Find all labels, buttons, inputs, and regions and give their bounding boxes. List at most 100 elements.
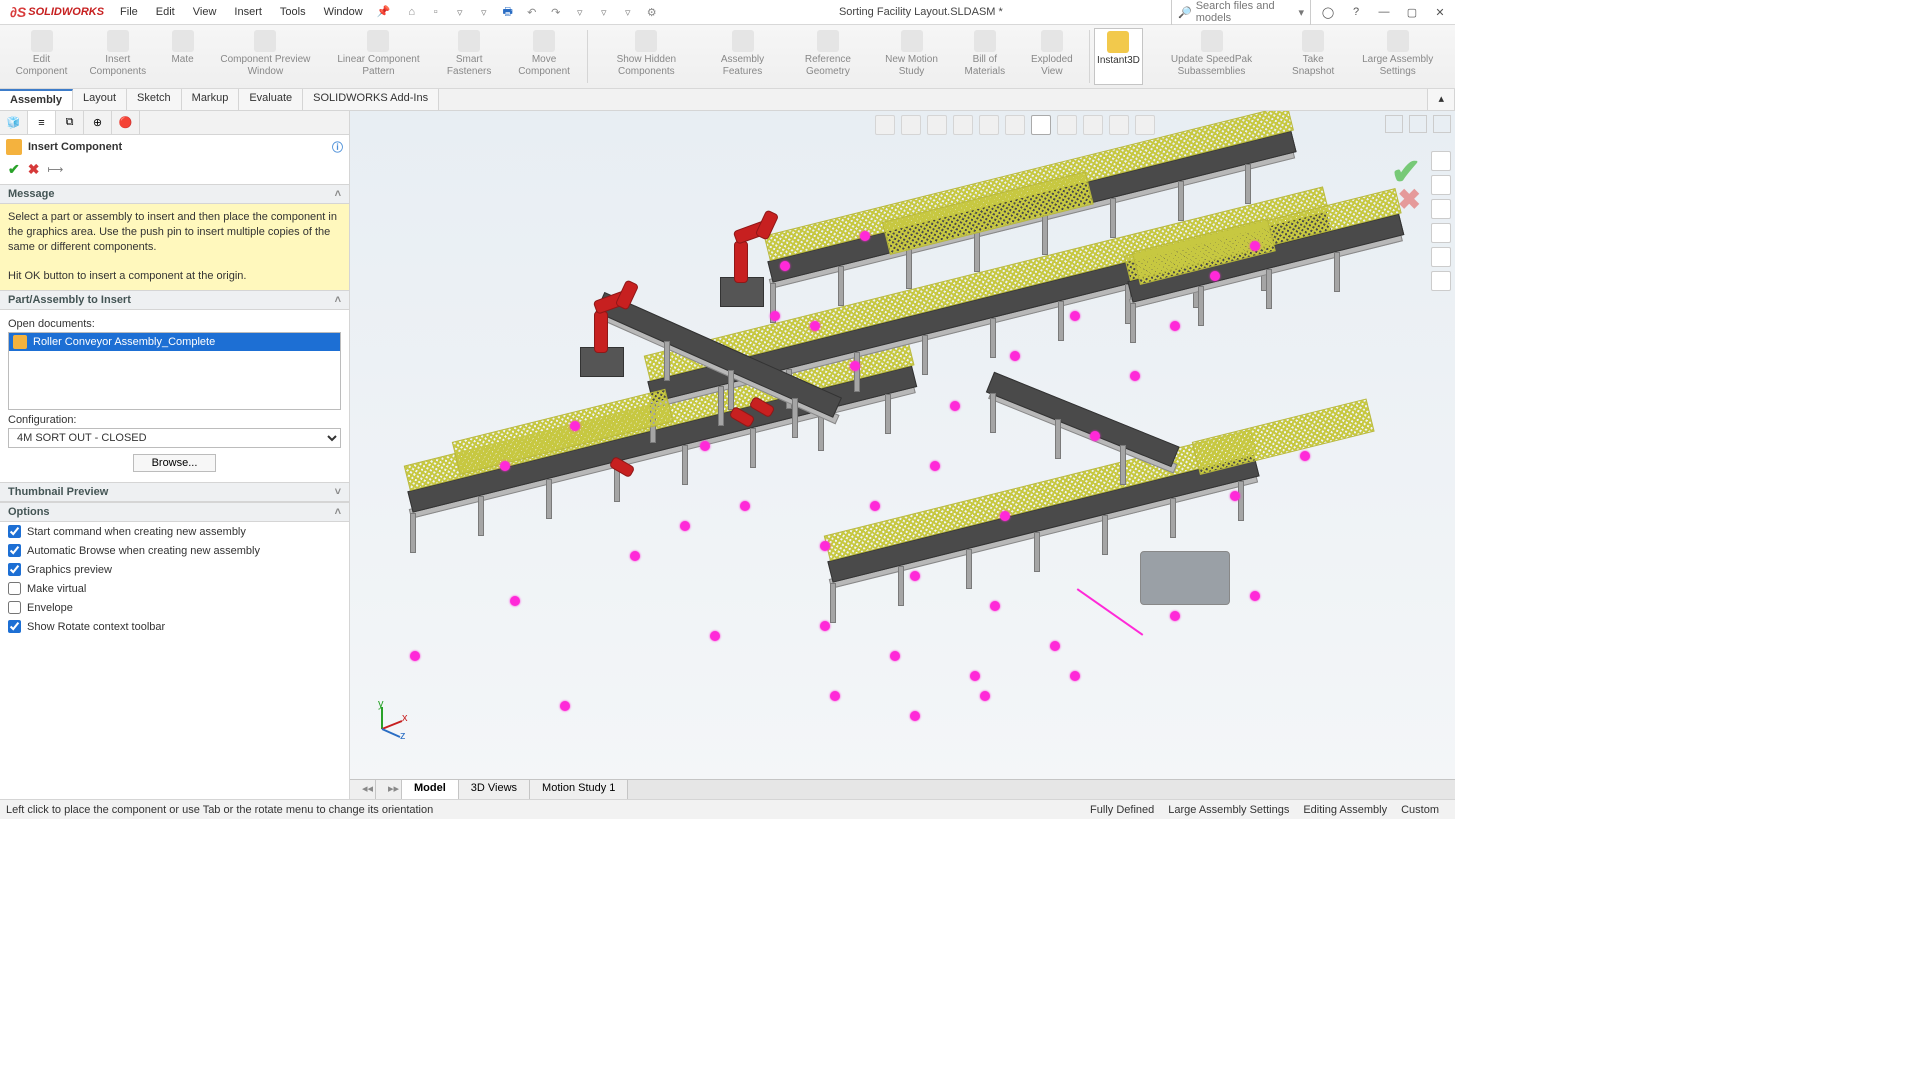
- ok-button[interactable]: ✔: [8, 161, 20, 178]
- menu-insert[interactable]: Insert: [226, 3, 270, 21]
- open-documents-list[interactable]: Roller Conveyor Assembly_Complete: [8, 332, 341, 410]
- mate-reference-point: [1050, 641, 1060, 651]
- tab-assembly[interactable]: Assembly: [0, 89, 73, 110]
- menu-view[interactable]: View: [185, 3, 225, 21]
- manager-tabs: 🧊 ≡ ⧉ ⊕ 🔴: [0, 111, 349, 135]
- option-checkbox[interactable]: [8, 620, 21, 633]
- redo-icon[interactable]: ↷: [547, 6, 565, 19]
- ribbon-move-component[interactable]: Move Component: [506, 28, 583, 85]
- ribbon-update-speedpak-subassemblies[interactable]: Update SpeedPak Subassemblies: [1143, 28, 1280, 85]
- rebuild-icon[interactable]: ▿: [595, 6, 613, 19]
- pm-title: Insert Component: [28, 141, 122, 153]
- menu-file[interactable]: File: [112, 3, 146, 21]
- help-icon[interactable]: ?: [1345, 1, 1367, 23]
- ribbon-new-motion-study[interactable]: New Motion Study: [872, 28, 951, 85]
- browse-button[interactable]: Browse...: [133, 454, 217, 472]
- main-area: 🧊 ≡ ⧉ ⊕ 🔴 Insert Component ⓘ ✔ ✖ ⟼ Messa…: [0, 111, 1455, 799]
- assembly-scene: [350, 111, 1455, 799]
- property-tab[interactable]: ≡: [28, 111, 56, 134]
- close-button[interactable]: ✕: [1429, 1, 1451, 23]
- ribbon-show-hidden-components[interactable]: Show Hidden Components: [591, 28, 701, 85]
- ribbon-large-assembly-settings[interactable]: Large Assembly Settings: [1346, 28, 1449, 85]
- menu-window[interactable]: Window: [316, 3, 371, 21]
- appearance-tab[interactable]: 🔴: [112, 111, 140, 134]
- user-icon[interactable]: ◯: [1317, 1, 1339, 23]
- option-checkbox[interactable]: [8, 563, 21, 576]
- option-row: Graphics preview: [0, 560, 349, 579]
- tab-sketch[interactable]: Sketch: [127, 89, 182, 110]
- tab-markup[interactable]: Markup: [182, 89, 240, 110]
- option-label: Envelope: [27, 602, 73, 614]
- pin-icon[interactable]: 📌: [377, 5, 391, 19]
- tab-nav-prev[interactable]: ◂◂: [350, 780, 376, 799]
- mate-reference-point: [1170, 611, 1180, 621]
- mate-reference-point: [630, 551, 640, 561]
- search-input[interactable]: 🔎 Search files and models ▾: [1171, 0, 1311, 26]
- ribbon-label: New Motion Study: [878, 54, 945, 77]
- option-checkbox[interactable]: [8, 601, 21, 614]
- search-dropdown-icon[interactable]: ▾: [1298, 6, 1304, 19]
- option-checkbox[interactable]: [8, 525, 21, 538]
- ribbon-component-preview-window[interactable]: Component Preview Window: [207, 28, 325, 85]
- ribbon-insert-components[interactable]: Insert Components: [77, 28, 159, 85]
- open-doc-icon[interactable]: ▿: [451, 6, 469, 19]
- maximize-button[interactable]: ▢: [1401, 1, 1423, 23]
- mate-reference-point: [970, 671, 980, 681]
- print-icon[interactable]: 🖶: [499, 3, 517, 22]
- mate-reference-point: [1300, 451, 1310, 461]
- tab-addins[interactable]: SOLIDWORKS Add-Ins: [303, 89, 439, 110]
- ribbon-instant3d[interactable]: Instant3D: [1094, 28, 1143, 85]
- ribbon-bill-of-materials[interactable]: Bill of Materials: [951, 28, 1019, 85]
- section-message[interactable]: Message ˄: [0, 184, 349, 204]
- bottom-tabs: ◂◂ ▸▸ Model 3D Views Motion Study 1: [350, 779, 1455, 799]
- menu-tools[interactable]: Tools: [272, 3, 314, 21]
- section-thumbnail[interactable]: Thumbnail Preview ˅: [0, 482, 349, 502]
- conveyor-leg: [974, 232, 980, 272]
- menu-edit[interactable]: Edit: [148, 3, 183, 21]
- ribbon-exploded-view[interactable]: Exploded View: [1019, 28, 1085, 85]
- ribbon-reference-geometry[interactable]: Reference Geometry: [784, 28, 872, 85]
- tab-nav-next[interactable]: ▸▸: [376, 780, 402, 799]
- status-large-assembly[interactable]: Large Assembly Settings: [1168, 804, 1289, 816]
- graphics-viewport[interactable]: ✔ ✖ y x z ◂◂ ▸▸ Model 3D Views Motion St…: [350, 111, 1455, 799]
- home-icon[interactable]: ⌂: [403, 6, 421, 18]
- mate-reference-point: [410, 651, 420, 661]
- ribbon-edit-component[interactable]: Edit Component: [6, 28, 77, 85]
- ribbon-take-snapshot[interactable]: Take Snapshot: [1280, 28, 1346, 85]
- dimxpert-tab[interactable]: ⊕: [84, 111, 112, 134]
- save-icon[interactable]: ▿: [475, 6, 493, 19]
- section-options[interactable]: Options ˄: [0, 502, 349, 522]
- select-icon[interactable]: ▿: [571, 6, 589, 19]
- tab-model[interactable]: Model: [402, 780, 459, 799]
- tab-layout[interactable]: Layout: [73, 89, 127, 110]
- pm-help-icon[interactable]: ⓘ: [332, 139, 343, 155]
- option-checkbox[interactable]: [8, 544, 21, 557]
- cancel-button[interactable]: ✖: [28, 161, 40, 178]
- conveyor-leg: [966, 549, 972, 589]
- new-doc-icon[interactable]: ▫: [427, 6, 445, 18]
- tab-3dviews[interactable]: 3D Views: [459, 780, 530, 799]
- conveyor-leg: [1198, 286, 1204, 326]
- ribbon-collapse-icon[interactable]: ▴: [1427, 89, 1455, 110]
- ribbon-assembly-features[interactable]: Assembly Features: [701, 28, 783, 85]
- status-units[interactable]: Custom: [1401, 804, 1439, 816]
- option-checkbox[interactable]: [8, 582, 21, 595]
- pushpin-icon[interactable]: ⟼: [47, 163, 63, 176]
- ribbon-linear-component-pattern[interactable]: Linear Component Pattern: [324, 28, 433, 85]
- tab-motion-study[interactable]: Motion Study 1: [530, 780, 628, 799]
- ribbon-label: Edit Component: [12, 54, 71, 77]
- configuration-select[interactable]: 4M SORT OUT - CLOSED: [8, 428, 341, 448]
- section-part-assembly[interactable]: Part/Assembly to Insert ˄: [0, 290, 349, 310]
- minimize-button[interactable]: —: [1373, 1, 1395, 23]
- mate-reference-point: [700, 441, 710, 451]
- undo-icon[interactable]: ↶: [523, 6, 541, 19]
- tab-evaluate[interactable]: Evaluate: [239, 89, 303, 110]
- ribbon-smart-fasteners[interactable]: Smart Fasteners: [433, 28, 506, 85]
- config-tab[interactable]: ⧉: [56, 111, 84, 134]
- settings-gear-icon[interactable]: ⚙: [643, 6, 661, 19]
- open-document-item[interactable]: Roller Conveyor Assembly_Complete: [9, 333, 340, 351]
- link-icon[interactable]: ▿: [619, 6, 637, 19]
- ribbon-mate[interactable]: Mate: [159, 28, 207, 85]
- feature-tree-tab[interactable]: 🧊: [0, 111, 28, 134]
- ribbon-icon: [367, 30, 389, 52]
